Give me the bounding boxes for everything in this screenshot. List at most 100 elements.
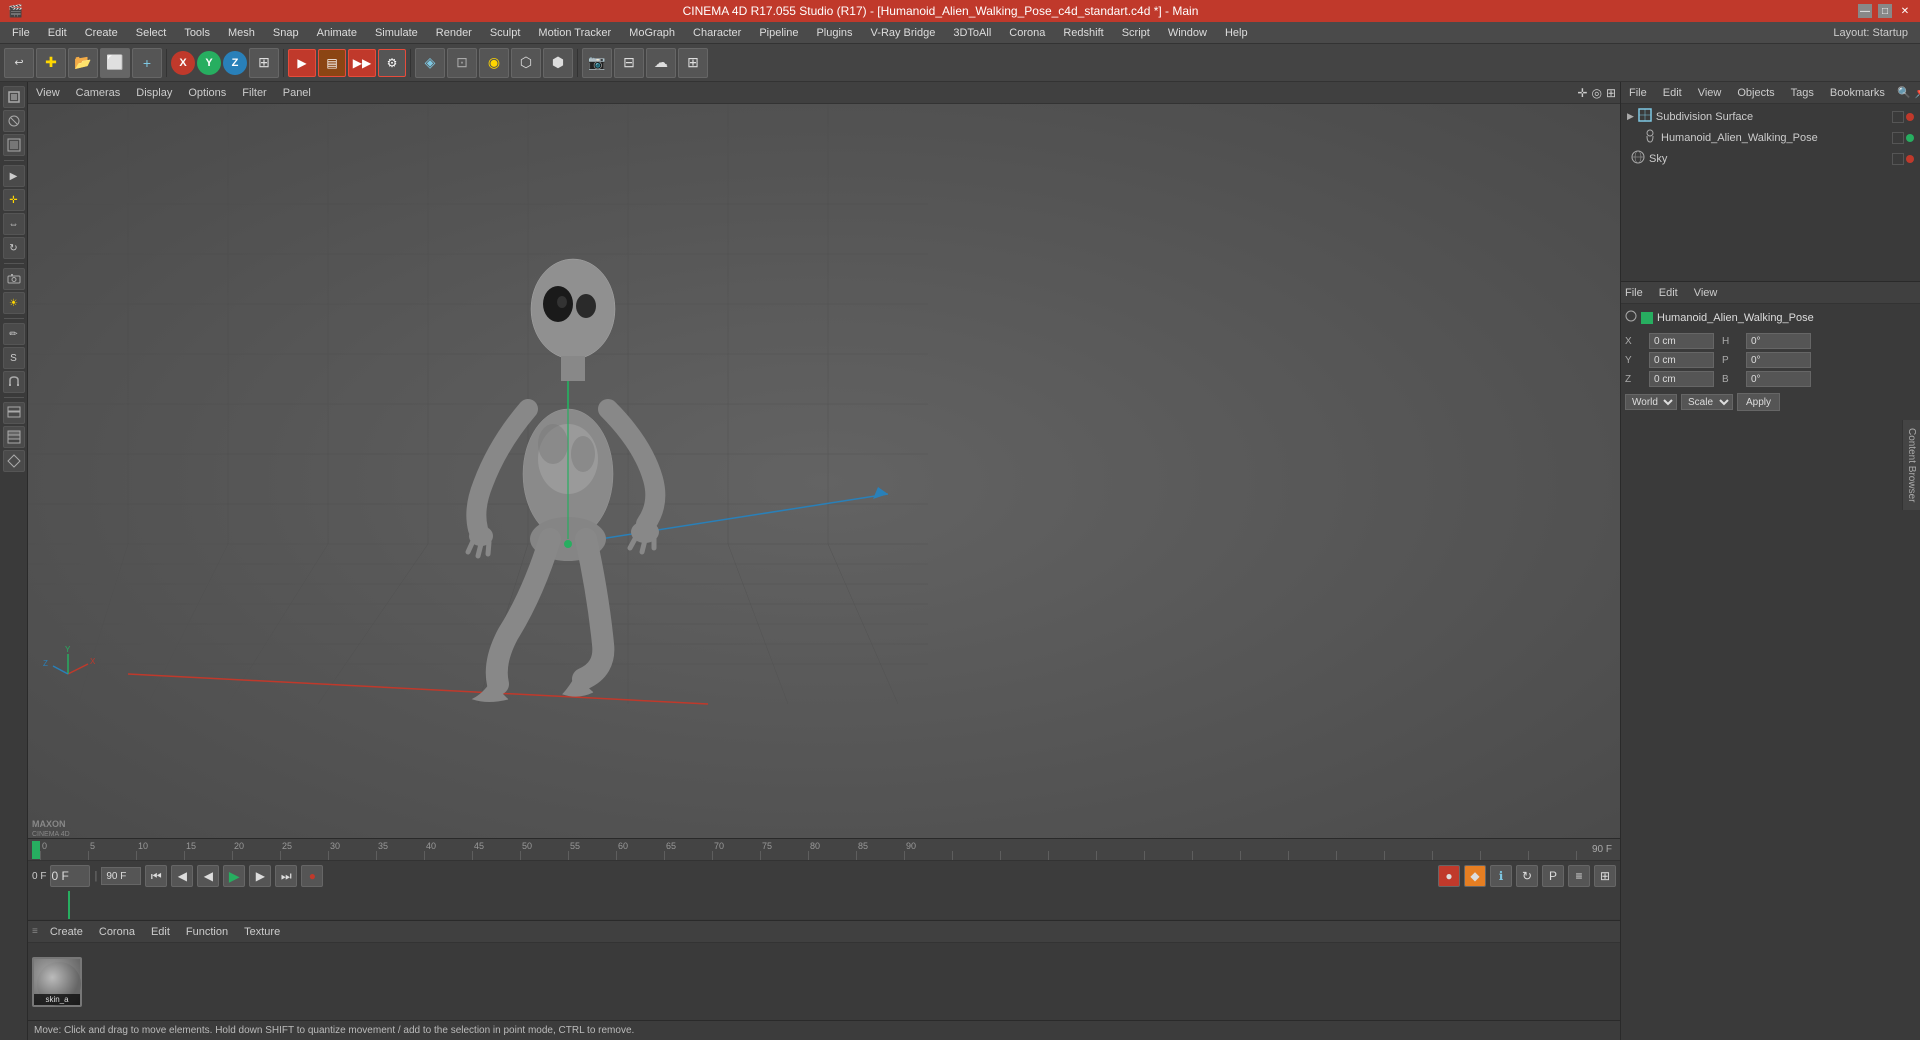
coord-x-pos-input[interactable] [1649,333,1714,349]
coord-z-pos-input[interactable] [1649,371,1714,387]
material-menu-corona[interactable]: Corona [95,926,139,938]
record-button[interactable]: ● [301,865,323,887]
render-region-button[interactable]: ▤ [318,49,346,77]
titlebar-controls[interactable]: — □ ✕ [1858,4,1912,18]
coord-p-input[interactable] [1746,352,1811,368]
power-button[interactable]: P [1542,865,1564,887]
menu-redshift[interactable]: Redshift [1055,25,1111,41]
undo-button[interactable]: ↩ [4,48,34,78]
goto-end-button[interactable]: ⏭ [275,865,297,887]
objects-menu-bookmarks[interactable]: Bookmarks [1826,87,1889,99]
menu-corona[interactable]: Corona [1001,25,1053,41]
material-swatch-skin[interactable]: skin_a [32,957,82,1007]
menu-simulate[interactable]: Simulate [367,25,426,41]
attrs-menu-view[interactable]: View [1694,287,1718,299]
render-settings-button[interactable]: ⚙ [378,49,406,77]
menu-snap[interactable]: Snap [265,25,307,41]
layer2-button[interactable] [3,426,25,448]
next-frame-button[interactable]: ▶ [249,865,271,887]
objects-menu-objects[interactable]: Objects [1733,87,1778,99]
material-menu-texture[interactable]: Texture [240,926,284,938]
objects-menu-view[interactable]: View [1694,87,1726,99]
objects-menu-edit[interactable]: Edit [1659,87,1686,99]
loop-button[interactable]: ↻ [1516,865,1538,887]
transform-button[interactable]: ⊞ [249,48,279,78]
objects-search-icon[interactable]: 🔍 [1897,86,1911,99]
end-frame-input[interactable] [101,867,141,885]
render-active-view-button[interactable]: ▶ [288,49,316,77]
wireframe-button[interactable]: ⊡ [447,48,477,78]
menu-3dtoall[interactable]: 3DToAll [945,25,999,41]
object-item-humanoid[interactable]: Humanoid_Alien_Walking_Pose [1635,127,1918,148]
obj2-eye-icon[interactable] [1892,132,1904,144]
open-button[interactable]: 📂 [68,48,98,78]
menu-help[interactable]: Help [1217,25,1256,41]
viewport-canvas[interactable]: X Y Z [28,104,1620,838]
rotate-button[interactable]: ↻ [3,237,25,259]
attrs-menu-edit[interactable]: Edit [1659,287,1678,299]
menu-script[interactable]: Script [1114,25,1158,41]
viewport-menu-display[interactable]: Display [132,87,176,99]
objects-menu-tags[interactable]: Tags [1787,87,1818,99]
object-item-sky[interactable]: Sky [1623,148,1918,169]
apply-button[interactable]: Apply [1737,393,1780,411]
coord-y-pos-input[interactable] [1649,352,1714,368]
menu-file[interactable]: File [4,25,38,41]
viewport[interactable]: View Cameras Display Options Filter Pane… [28,82,1620,838]
magnet-button[interactable] [3,371,25,393]
object-item-subdivision[interactable]: ▶ Subdivision Surface [1623,106,1918,127]
viewport-menu-view[interactable]: View [32,87,64,99]
menu-animate[interactable]: Animate [309,25,365,41]
viewport-icon-3[interactable]: ⊞ [1606,86,1616,100]
y-rotation-button[interactable]: Y [197,51,221,75]
move-button[interactable]: ✛ [3,189,25,211]
auto-key-button[interactable]: ● [1438,865,1460,887]
new-button[interactable]: ✚ [36,48,66,78]
obj3-eye-icon[interactable] [1892,153,1904,165]
render-all-button[interactable]: ▶▶ [348,49,376,77]
coord-b-input[interactable] [1746,371,1811,387]
play-button[interactable]: ▶ [223,865,245,887]
world-dropdown[interactable]: World Local [1625,394,1677,410]
timeline-settings-button[interactable]: ≡ [1568,865,1590,887]
light-button[interactable]: ☀ [3,292,25,314]
attrs-menu-file[interactable]: File [1625,287,1643,299]
key-button[interactable]: ◆ [1464,865,1486,887]
menu-motiontracker[interactable]: Motion Tracker [530,25,619,41]
x-rotation-button[interactable]: X [171,51,195,75]
viewport-menu-cameras[interactable]: Cameras [72,87,125,99]
obj-eye-icon[interactable] [1892,111,1904,123]
close-button[interactable]: ✕ [1898,4,1912,18]
menu-character[interactable]: Character [685,25,749,41]
timeline-expand-button[interactable]: ⊞ [1594,865,1616,887]
viewport-icon-1[interactable]: ✛ [1577,86,1587,100]
model-mode-button[interactable] [3,86,25,108]
menu-edit[interactable]: Edit [40,25,75,41]
info-button[interactable]: ℹ [1490,865,1512,887]
menu-select[interactable]: Select [128,25,175,41]
viewport-menu-options[interactable]: Options [184,87,230,99]
menu-render[interactable]: Render [428,25,480,41]
texture-button[interactable]: ◉ [479,48,509,78]
layer3-button[interactable] [3,450,25,472]
smooth-button[interactable]: S [3,347,25,369]
goto-start-button[interactable]: ⏮ [145,865,167,887]
layer1-button[interactable] [3,402,25,424]
menu-window[interactable]: Window [1160,25,1215,41]
subdivision-button[interactable]: ⬢ [543,48,573,78]
paint-button[interactable] [3,134,25,156]
timeline-track-area[interactable] [28,891,1620,919]
menu-mesh[interactable]: Mesh [220,25,263,41]
camera-button[interactable] [3,268,25,290]
viewport-menu-filter[interactable]: Filter [238,87,270,99]
pen-button[interactable]: ✏ [3,323,25,345]
menu-sculpt[interactable]: Sculpt [482,25,529,41]
material-menu-edit[interactable]: Edit [147,926,174,938]
material-menu-create[interactable]: Create [46,926,87,938]
z-rotation-button[interactable]: Z [223,51,247,75]
viewport-menu-panel[interactable]: Panel [279,87,315,99]
objects-menu-file[interactable]: File [1625,87,1651,99]
floor-button[interactable]: ⊟ [614,48,644,78]
texture-mode-button[interactable] [3,110,25,132]
menu-vraybridge[interactable]: V-Ray Bridge [863,25,944,41]
